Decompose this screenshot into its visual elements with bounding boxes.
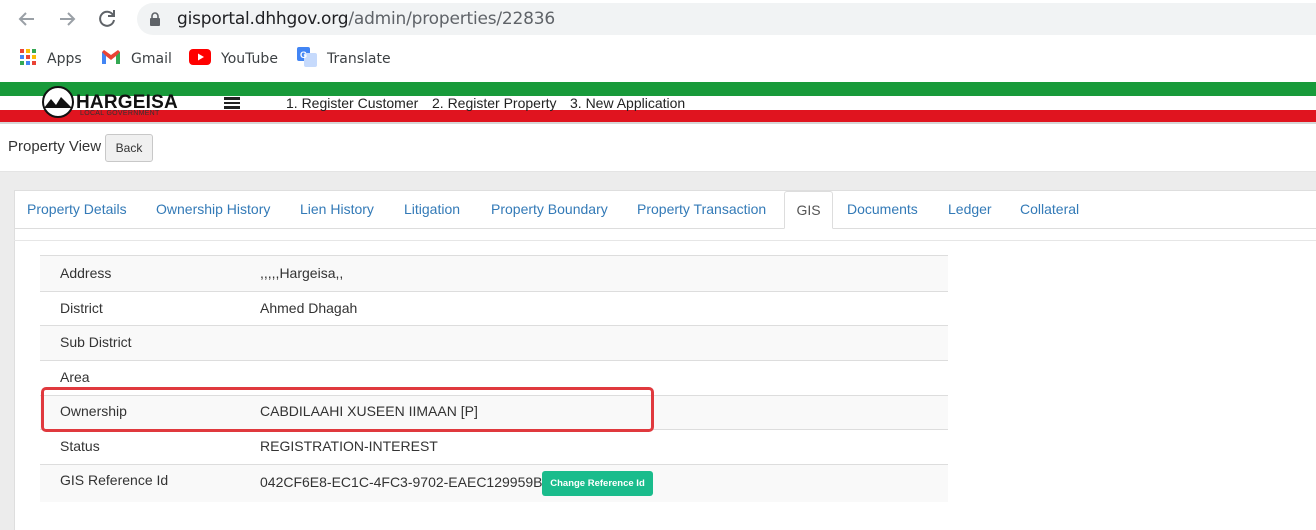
tab-property-boundary[interactable]: Property Boundary	[491, 191, 608, 229]
tab-bar: Property Details Ownership History Lien …	[15, 191, 1316, 229]
row-label: Area	[60, 369, 90, 385]
back-arrow-icon[interactable]	[14, 6, 40, 32]
row-label: GIS Reference Id	[60, 472, 169, 488]
reload-icon[interactable]	[94, 6, 120, 32]
tab-documents[interactable]: Documents	[847, 191, 918, 229]
row-value: Ahmed Dhagah	[260, 300, 358, 316]
tab-collateral[interactable]: Collateral	[1020, 191, 1079, 229]
bookmark-label: Apps	[47, 51, 82, 67]
tab-litigation[interactable]: Litigation	[404, 191, 460, 229]
tab-ownership-history[interactable]: Ownership History	[156, 191, 270, 229]
bookmark-gmail[interactable]: Gmail	[101, 49, 172, 69]
page-title: Property View	[8, 138, 102, 155]
bookmark-apps[interactable]: Apps	[19, 49, 82, 69]
row-label: Status	[60, 438, 100, 454]
logo-subtitle: LOCAL GOVERNMENT	[80, 110, 160, 117]
bookmark-label: Translate	[327, 51, 391, 67]
table-row-address: Address ,,,,,Hargeisa,,	[40, 255, 948, 291]
table-row-sub-district: Sub District	[40, 325, 948, 360]
change-reference-button[interactable]: Change Reference Id	[542, 471, 653, 496]
tab-ledger[interactable]: Ledger	[948, 191, 992, 229]
bookmark-translate[interactable]: G Translate	[297, 47, 391, 71]
row-label: Sub District	[60, 334, 132, 350]
panel-divider	[14, 240, 1316, 241]
row-value: 042CF6E8-EC1C-4FC3-9702-EAEC129959B1	[260, 474, 551, 490]
page-title-bar: Property View Back	[0, 124, 1316, 172]
svg-text:G: G	[300, 50, 307, 60]
youtube-icon	[189, 49, 211, 69]
site-header: HARGEISA LOCAL GOVERNMENT 1. Register Cu…	[0, 82, 1316, 124]
url-text: gisportal.dhhgov.org/admin/properties/22…	[177, 9, 555, 29]
bookmark-label: Gmail	[131, 51, 172, 67]
lock-icon	[150, 12, 160, 26]
bookmark-youtube[interactable]: YouTube	[189, 49, 278, 69]
row-label: Address	[60, 265, 112, 281]
address-bar[interactable]: gisportal.dhhgov.org/admin/properties/22…	[137, 3, 1316, 35]
bookmark-label: YouTube	[221, 51, 278, 67]
url-host: gisportal.dhhgov.org	[177, 9, 349, 29]
tab-property-details[interactable]: Property Details	[27, 191, 127, 229]
nav-new-application[interactable]: 3. New Application	[570, 95, 685, 111]
ownership-highlight-box	[41, 387, 654, 432]
translate-icon: G	[297, 47, 317, 71]
bookmarks-bar: Apps Gmail YouTube G Translate	[0, 40, 1316, 78]
flag-stripe-red	[0, 110, 1316, 122]
row-label: District	[60, 300, 103, 316]
row-value: ,,,,,Hargeisa,,	[260, 265, 344, 281]
tab-property-transaction[interactable]: Property Transaction	[637, 191, 766, 229]
gmail-icon	[101, 49, 121, 69]
nav-register-customer[interactable]: 1. Register Customer	[286, 95, 418, 111]
table-row-status: Status REGISTRATION-INTEREST	[40, 429, 948, 464]
url-path: /admin/properties/22836	[348, 9, 556, 29]
logo-emblem-icon[interactable]	[40, 86, 76, 118]
back-button[interactable]: Back	[105, 134, 153, 162]
menu-hamburger-icon[interactable]	[224, 97, 240, 109]
tab-lien-history[interactable]: Lien History	[300, 191, 374, 229]
flag-stripe-green	[0, 82, 1316, 96]
table-row-gis-reference: GIS Reference Id 042CF6E8-EC1C-4FC3-9702…	[40, 464, 948, 502]
row-value: REGISTRATION-INTEREST	[260, 438, 438, 454]
table-row-district: District Ahmed Dhagah	[40, 291, 948, 325]
apps-grid-icon	[19, 48, 37, 70]
tab-gis[interactable]: GIS	[784, 191, 833, 229]
forward-arrow-icon[interactable]	[54, 6, 80, 32]
browser-toolbar: gisportal.dhhgov.org/admin/properties/22…	[0, 0, 1316, 38]
nav-register-property[interactable]: 2. Register Property	[432, 95, 557, 111]
